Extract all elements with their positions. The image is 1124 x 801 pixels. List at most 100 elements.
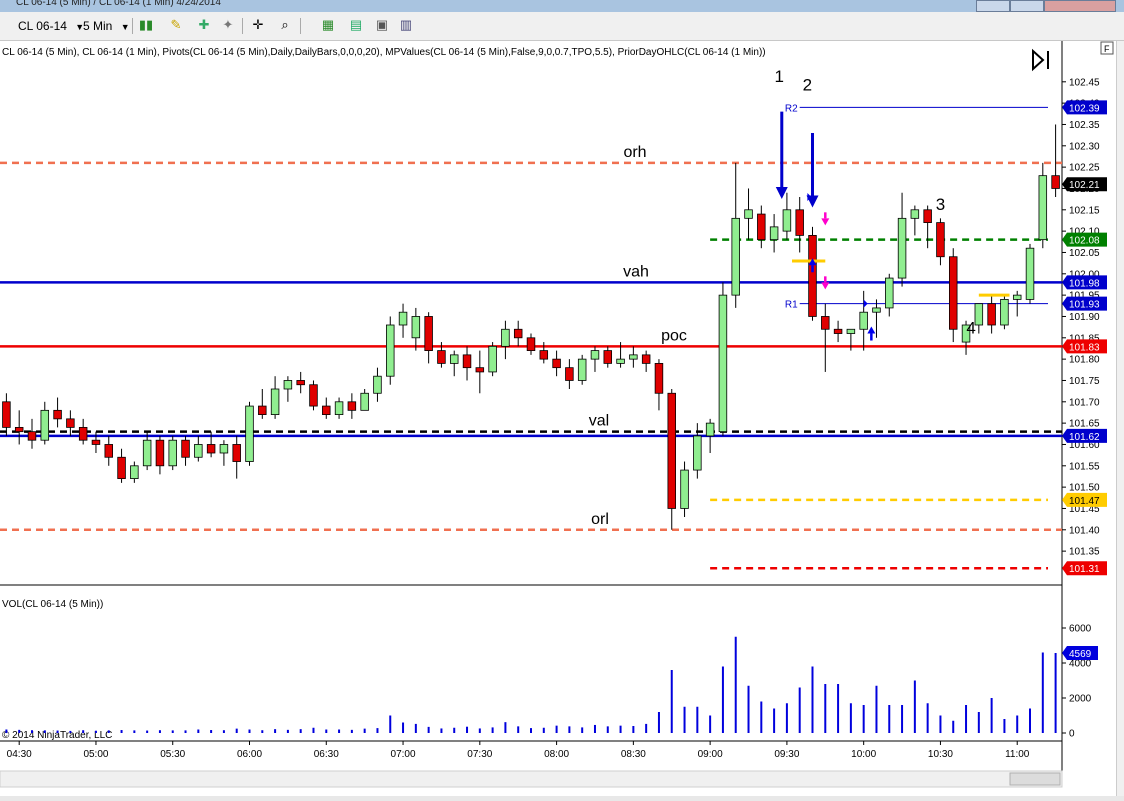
candle-down [206,444,216,454]
candle-down [1051,175,1060,189]
candle-up [974,303,984,326]
candle-down [296,380,305,386]
price-tick-label: 101.55 [1069,461,1100,472]
candle-up [194,444,203,458]
price-tag-label: 102.08 [1069,236,1100,247]
chart-area[interactable]: CL 06-14 (5 Min), CL 06-14 (1 Min), Pivo… [0,41,1116,796]
price-tag-label: 101.62 [1069,432,1100,443]
candle-up [130,465,139,479]
price-tag: 101.98 [1062,275,1107,290]
candle-up [885,277,894,309]
close-button[interactable] [1044,0,1116,12]
candle-up [616,358,625,364]
maximize-button[interactable] [1010,0,1044,12]
data-box-icon[interactable]: ▦ [320,17,336,33]
candle-up [142,439,152,467]
candle-down [923,209,932,224]
price-tick-label: 101.75 [1069,376,1100,387]
screenshot-icon[interactable]: ▣ [374,17,390,33]
candle-up [270,388,280,416]
volume-tag-label: 4569 [1069,649,1092,660]
candle-up [501,328,510,347]
time-tick-label: 09:00 [698,749,723,760]
time-tick-label: 07:00 [391,749,416,760]
candle-down [808,234,817,317]
minimize-button[interactable] [976,0,1010,12]
price-tag-label: 102.39 [1069,103,1100,114]
add-indicator-icon[interactable]: ✚ [196,17,212,33]
candle-down [14,426,24,433]
chart-style-icon[interactable]: ▮▮ [138,17,154,33]
price-tick-label: 101.90 [1069,312,1100,323]
price-tag: 102.39 [1062,100,1107,115]
chart-canvas[interactable]: CL 06-14 (5 Min), CL 06-14 (1 Min), Pivo… [0,41,1116,796]
candle-down [513,328,523,339]
price-tick-label: 101.65 [1069,419,1100,430]
template-icon[interactable]: ▥ [398,17,414,33]
strategy-icon[interactable]: ✦ [220,17,236,33]
price-tag: 101.83 [1062,339,1107,354]
time-tick-label: 06:00 [237,749,262,760]
volume-tick-label: 6000 [1069,624,1092,635]
candle-down [641,354,651,364]
crosshair-icon[interactable]: ✛ [250,17,266,33]
time-tick-label: 07:30 [467,749,492,760]
interval-selector[interactable]: 5 Min ▼ [83,17,130,35]
instrument-label: CL 06-14 [18,19,67,33]
candle-down [309,384,318,407]
annotation-number: 4 [966,319,975,338]
chart-background [0,41,1116,796]
candle-up [680,469,689,509]
pencil-icon[interactable]: ✎ [168,17,184,33]
time-tick-label: 08:00 [544,749,569,760]
price-tick-label: 102.45 [1069,77,1100,88]
candle-up [398,311,408,326]
candle-down [66,418,75,428]
price-tag: 101.93 [1062,296,1107,311]
candle-up [245,405,254,462]
time-tick-label: 10:30 [928,749,953,760]
candle-up [449,354,459,364]
pivot-label: R2 [785,103,798,114]
candle-down [654,362,664,394]
candle-down [949,256,958,330]
candle-up [334,401,344,415]
candle-up [897,217,907,279]
candle-up [1012,294,1022,300]
time-tick-label: 04:30 [7,749,32,760]
chart-properties-icon[interactable]: ▤ [348,17,364,33]
toolbar-divider [132,18,133,34]
level-label: orl [591,511,609,528]
candle-up [693,435,702,471]
scrollbar-thumb[interactable] [1009,772,1061,786]
candle-down [603,350,613,364]
candle-up [590,350,600,360]
price-tag: 101.47 [1062,492,1107,507]
zoom-icon[interactable]: ⌕ [277,17,293,33]
candle-up [731,217,740,296]
candle-down [565,367,574,381]
toolbar-divider [300,18,301,34]
candle-up [769,226,779,241]
candle-up [718,294,728,433]
candle-down [526,337,536,351]
instrument-selector[interactable]: CL 06-14 ▼ [18,17,84,35]
candle-up [488,345,497,373]
price-tag-label: 101.83 [1069,342,1100,353]
candle-up [283,380,293,390]
candle-up [846,328,856,334]
candle-up [1000,298,1009,326]
price-tag-label: 101.47 [1069,496,1100,507]
candle-up [872,307,881,313]
volume-tick-label: 4000 [1069,659,1092,670]
candle-down [104,444,113,458]
price-tag-label: 101.98 [1069,278,1100,289]
candle-down [181,439,190,458]
time-tick-label: 05:30 [160,749,185,760]
horizontal-scrollbar[interactable] [0,770,1063,788]
candle-down [53,409,62,420]
candle-down [987,303,996,326]
time-tick-label: 11:00 [1005,749,1030,760]
title-bar: CL 06-14 (5 Min) / CL 06-14 (1 Min) 4/24… [0,0,1124,12]
candle-down [232,444,241,462]
